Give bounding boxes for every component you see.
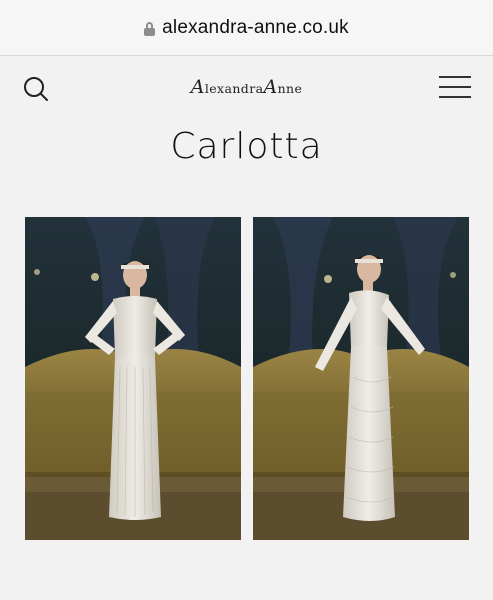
front-view-dress-photo[interactable] [25, 217, 241, 540]
side-view-dress-photo[interactable] [253, 217, 469, 540]
page-title: Carlotta [170, 126, 323, 167]
menu-line [439, 96, 471, 98]
dress-image [25, 217, 241, 540]
site-header: AlexandraAnne [0, 56, 493, 122]
url-text: alexandra-anne.co.uk [162, 16, 349, 38]
lock-icon [144, 21, 156, 36]
browser-url-bar[interactable]: alexandra-anne.co.uk [0, 0, 493, 56]
site-logo[interactable]: AlexandraAnne [0, 76, 493, 98]
dress-image [253, 217, 469, 540]
hamburger-menu-button[interactable] [439, 76, 471, 98]
menu-line [439, 86, 471, 88]
menu-line [439, 76, 471, 78]
